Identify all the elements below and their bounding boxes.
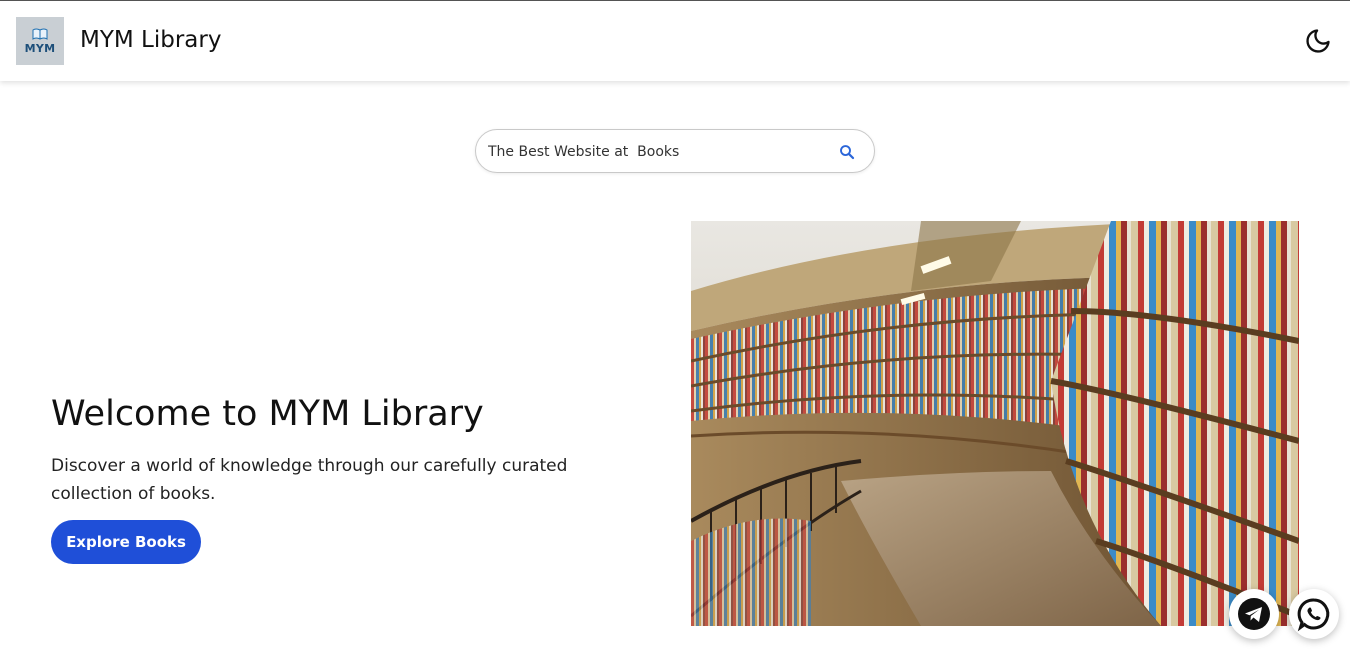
telegram-icon bbox=[1238, 598, 1270, 630]
theme-toggle-button[interactable] bbox=[1304, 27, 1332, 55]
whatsapp-button[interactable] bbox=[1289, 589, 1339, 639]
search-input[interactable] bbox=[488, 140, 828, 164]
hero-library-image bbox=[691, 221, 1299, 626]
search-bar bbox=[475, 129, 875, 173]
hero-title: Welcome to MYM Library bbox=[51, 394, 484, 434]
logo-text: MYM bbox=[24, 41, 56, 55]
site-title[interactable]: MYM Library bbox=[80, 27, 221, 53]
library-bookshelves-illustration bbox=[691, 221, 1299, 626]
navbar: MYM MYM Library bbox=[0, 1, 1350, 81]
search-icon bbox=[840, 145, 855, 160]
hero-description: Discover a world of knowledge through ou… bbox=[51, 456, 568, 504]
site-logo[interactable]: MYM bbox=[16, 17, 64, 65]
search-button[interactable] bbox=[838, 143, 856, 161]
book-icon bbox=[32, 28, 48, 40]
moon-icon bbox=[1306, 29, 1330, 53]
explore-books-button[interactable]: Explore Books bbox=[51, 520, 201, 564]
telegram-button[interactable] bbox=[1229, 589, 1279, 639]
whatsapp-icon bbox=[1297, 598, 1330, 632]
